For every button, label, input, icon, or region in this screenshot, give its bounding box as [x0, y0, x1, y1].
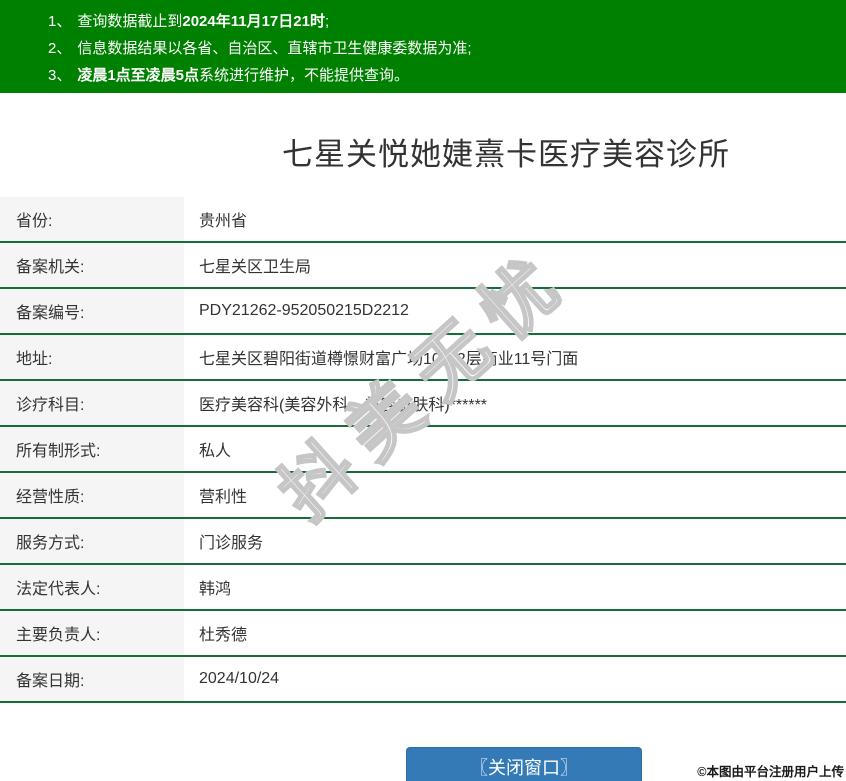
record-table: 省份: 贵州省 备案机关: 七星关区卫生局 备案编号: PDY21262-952… — [0, 197, 846, 703]
row-label: 省份: — [0, 197, 184, 241]
row-value: 贵州省 — [199, 213, 248, 230]
row-value: 七星关区卫生局 — [199, 259, 312, 276]
close-window-button[interactable]: 〖关闭窗口〗 — [406, 747, 642, 781]
table-row-address: 地址: 七星关区碧阳街道樽憬财富广场10幢2层商业11号门面 — [0, 335, 846, 381]
notice-text: 信息数据结果以各省、自治区、直辖市卫生健康委数据为准; — [77, 40, 472, 57]
notice-number: 2、 — [48, 40, 72, 57]
notice-line-3: 3、 凌晨1点至凌晨5点系统进行维护，不能提供查询。 — [30, 62, 836, 89]
notice-text: 查询数据截止到 — [77, 13, 183, 30]
notice-text-strong: 凌晨1点至凌晨5点 — [77, 67, 200, 84]
row-label: 诊疗科目: — [0, 381, 184, 425]
notice-line-1: 1、 查询数据截止到2024年11月17日21时; — [30, 8, 836, 35]
table-row-service-mode: 服务方式: 门诊服务 — [0, 519, 846, 565]
row-value: 韩鸿 — [199, 581, 232, 598]
page-title: 七星关悦她婕熹卡医疗美容诊所 — [282, 137, 730, 172]
row-label: 所有制形式: — [0, 427, 184, 471]
notice-number: 3、 — [48, 67, 72, 84]
table-row-medical-subjects: 诊疗科目: 医疗美容科(美容外科、美容皮肤科)****** — [0, 381, 846, 427]
table-row-registration-authority: 备案机关: 七星关区卫生局 — [0, 243, 846, 289]
row-value: PDY21262-952050215D2212 — [199, 302, 409, 319]
row-label: 备案编号: — [0, 289, 184, 333]
table-row-business-nature: 经营性质: 营利性 — [0, 473, 846, 519]
notice-bar: 1、 查询数据截止到2024年11月17日21时; 2、 信息数据结果以各省、自治区… — [0, 0, 846, 93]
row-label: 备案日期: — [0, 657, 184, 701]
row-label: 地址: — [0, 335, 184, 379]
notice-text-strong: 2024年11月17日21时 — [182, 13, 325, 30]
notice-text: 系统进行维护，不能提供查询。 — [199, 67, 410, 84]
row-value: 营利性 — [199, 489, 248, 506]
row-label: 法定代表人: — [0, 565, 184, 609]
notice-text: ; — [324, 13, 330, 30]
row-label: 服务方式: — [0, 519, 184, 563]
table-row-province: 省份: 贵州省 — [0, 197, 846, 243]
table-row-registration-date: 备案日期: 2024/10/24 — [0, 657, 846, 703]
row-label: 主要负责人: — [0, 611, 184, 655]
table-row-registration-number: 备案编号: PDY21262-952050215D2212 — [0, 289, 846, 335]
row-label: 备案机关: — [0, 243, 184, 287]
table-row-main-person-in-charge: 主要负责人: 杜秀德 — [0, 611, 846, 657]
row-value: 私人 — [199, 443, 232, 460]
notice-number: 1、 — [48, 13, 72, 30]
row-value: 杜秀德 — [199, 627, 248, 644]
row-value: 医疗美容科(美容外科、美容皮肤科)****** — [199, 397, 488, 414]
row-value: 七星关区碧阳街道樽憬财富广场10幢2层商业11号门面 — [199, 351, 579, 368]
row-value: 门诊服务 — [199, 535, 264, 552]
notice-line-2: 2、 信息数据结果以各省、自治区、直辖市卫生健康委数据为准; — [30, 35, 836, 62]
upload-credit-text: ©本图由平台注册用户上传 — [697, 765, 844, 779]
table-row-legal-representative: 法定代表人: 韩鸿 — [0, 565, 846, 611]
row-value: 2024/10/24 — [199, 670, 280, 687]
row-label: 经营性质: — [0, 473, 184, 517]
table-row-ownership-form: 所有制形式: 私人 — [0, 427, 846, 473]
